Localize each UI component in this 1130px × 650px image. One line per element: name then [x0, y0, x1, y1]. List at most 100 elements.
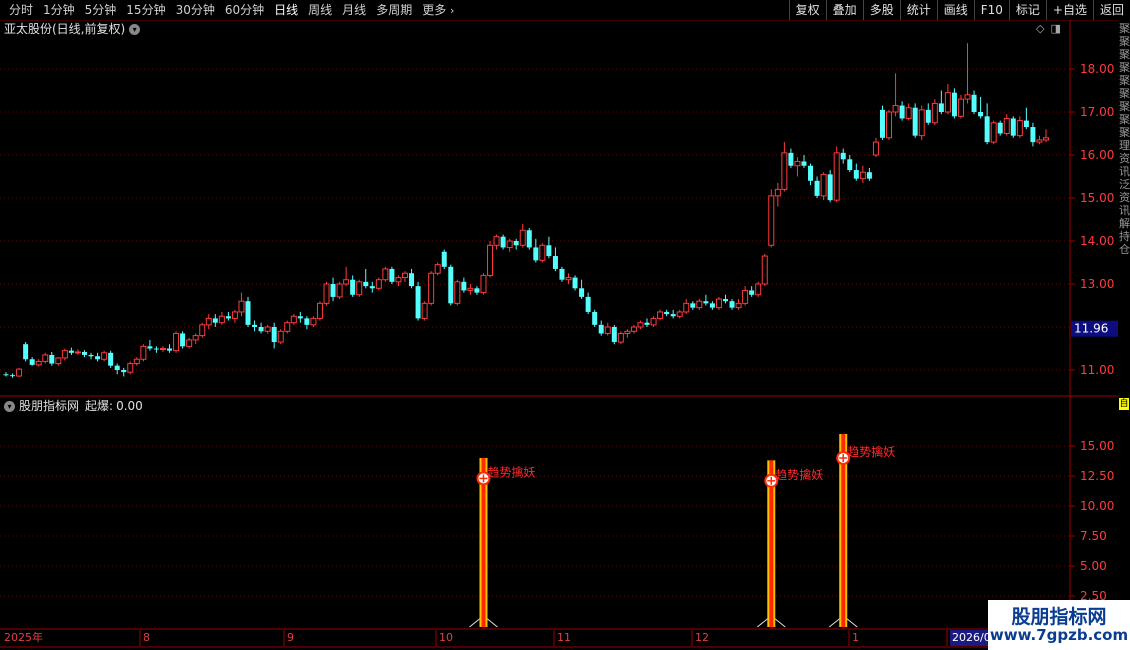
watermark: 股朋指标网 www.7gpzb.com — [988, 600, 1130, 650]
candle-up — [761, 255, 768, 285]
candle-down — [448, 266, 454, 304]
candle-down — [350, 279, 356, 295]
candle-up — [186, 339, 193, 347]
candle-up — [944, 92, 951, 113]
candle-down — [801, 161, 807, 166]
candle-down — [1030, 127, 1036, 143]
candle-up — [964, 94, 971, 100]
candle-up — [336, 283, 343, 298]
indicator-title[interactable]: ▾ 股朋指标网 起爆: 0.00 — [4, 398, 143, 414]
window-icon[interactable]: ◨ — [1050, 22, 1060, 35]
indicator-tick-label: 7.50 — [1080, 529, 1107, 543]
candle-down — [147, 346, 153, 349]
candle-up — [872, 141, 879, 156]
candle-down — [853, 170, 859, 179]
candle-up — [696, 300, 703, 309]
candle-up — [61, 350, 68, 359]
time-label: 1 — [852, 631, 859, 644]
axis-labels: 18.00 17.00 16.00 15.00 14.00 13.00 11.00 15.00… — [1071, 62, 1118, 603]
candle-down — [225, 316, 231, 319]
candle-down — [81, 351, 87, 355]
candle-down — [585, 296, 591, 312]
side-panel-box[interactable]: 自 — [1119, 398, 1129, 410]
candle-down — [572, 277, 578, 289]
candle-down — [212, 318, 218, 323]
candle-down — [978, 112, 984, 117]
candle-up — [133, 358, 140, 365]
candle-down — [258, 327, 264, 332]
candle-down — [153, 348, 159, 350]
time-label: 2025年 — [4, 631, 43, 644]
indicator-tick-label: 5.00 — [1080, 559, 1107, 573]
signal-label: 趋势擒妖 — [487, 464, 535, 479]
candle-down — [88, 354, 94, 357]
candle-up — [238, 300, 245, 313]
candle-up — [218, 315, 225, 324]
candle-up — [539, 244, 546, 261]
candle-up — [1003, 117, 1010, 134]
kline-chart[interactable]: 趋势擒妖 趋势擒妖趋势擒妖 18.0017.0016.0015.0014.0013… — [0, 0, 1130, 650]
candle-down — [592, 311, 598, 325]
candle-up — [1016, 120, 1023, 137]
candle-up — [931, 102, 938, 124]
time-label: 9 — [287, 631, 294, 644]
indicator-tick-label: 15.00 — [1080, 439, 1114, 453]
candle-down — [29, 359, 35, 365]
candle-up — [343, 279, 350, 285]
candle-down — [729, 301, 735, 308]
candle-up — [715, 298, 722, 309]
candle-down — [461, 281, 467, 291]
candle-up — [316, 302, 323, 319]
candle-up — [637, 322, 644, 328]
candle-down — [389, 268, 395, 282]
candle-down — [644, 322, 650, 325]
candle-down — [808, 165, 814, 181]
candle-up — [192, 335, 199, 341]
chevron-down-icon[interactable]: ▾ — [4, 400, 15, 412]
candle-up — [676, 311, 683, 317]
candle-down — [611, 327, 617, 343]
candle-up — [624, 330, 631, 334]
candle-down — [500, 236, 506, 248]
chart-title-icons: ◇ ◨ — [1036, 22, 1061, 35]
candle-up — [356, 281, 363, 296]
candle-down — [415, 286, 421, 319]
candle-up — [1043, 137, 1049, 141]
candle-up — [140, 345, 147, 360]
candle-up — [990, 122, 997, 143]
candle-up — [519, 229, 526, 246]
price-tick-label: 11.00 — [1080, 363, 1114, 377]
candle-down — [690, 303, 696, 308]
candle-up — [630, 326, 637, 332]
candle-up — [55, 357, 62, 365]
candle-down — [513, 241, 519, 246]
candle-up — [794, 160, 801, 167]
candle-down — [330, 284, 336, 297]
candle-down — [526, 230, 532, 248]
candle-down — [559, 268, 565, 280]
candle-up — [565, 277, 572, 281]
candle-up — [683, 302, 690, 313]
candle-up — [401, 272, 408, 279]
candle-up — [774, 188, 781, 197]
candle-up — [310, 317, 317, 326]
chevron-down-icon[interactable]: ▾ — [129, 23, 141, 35]
diamond-icon[interactable]: ◇ — [1036, 22, 1044, 35]
candle-down — [167, 348, 173, 351]
chart-title[interactable]: 亚太股份(日线,前复权) ▾ — [4, 21, 141, 37]
candle-down — [121, 370, 127, 373]
price-tick-label: 17.00 — [1080, 105, 1114, 119]
indicator-metric-value: 0.00 — [116, 399, 143, 413]
side-panel-strip[interactable]: 聚聚聚聚聚聚聚聚聚理资讯泛资讯解持仓 自 — [1118, 20, 1130, 630]
candle-up — [16, 368, 23, 377]
candle-down — [552, 256, 558, 269]
stock-title: 亚太股份(日线,前复权) — [4, 22, 126, 36]
candle-down — [271, 327, 277, 343]
candle-up — [650, 317, 657, 326]
candle-down — [997, 122, 1003, 134]
candle-down — [441, 251, 447, 267]
candle-up — [323, 283, 330, 304]
grid-lines — [0, 68, 1070, 597]
candle-down — [788, 152, 794, 166]
candle-down — [703, 301, 709, 304]
